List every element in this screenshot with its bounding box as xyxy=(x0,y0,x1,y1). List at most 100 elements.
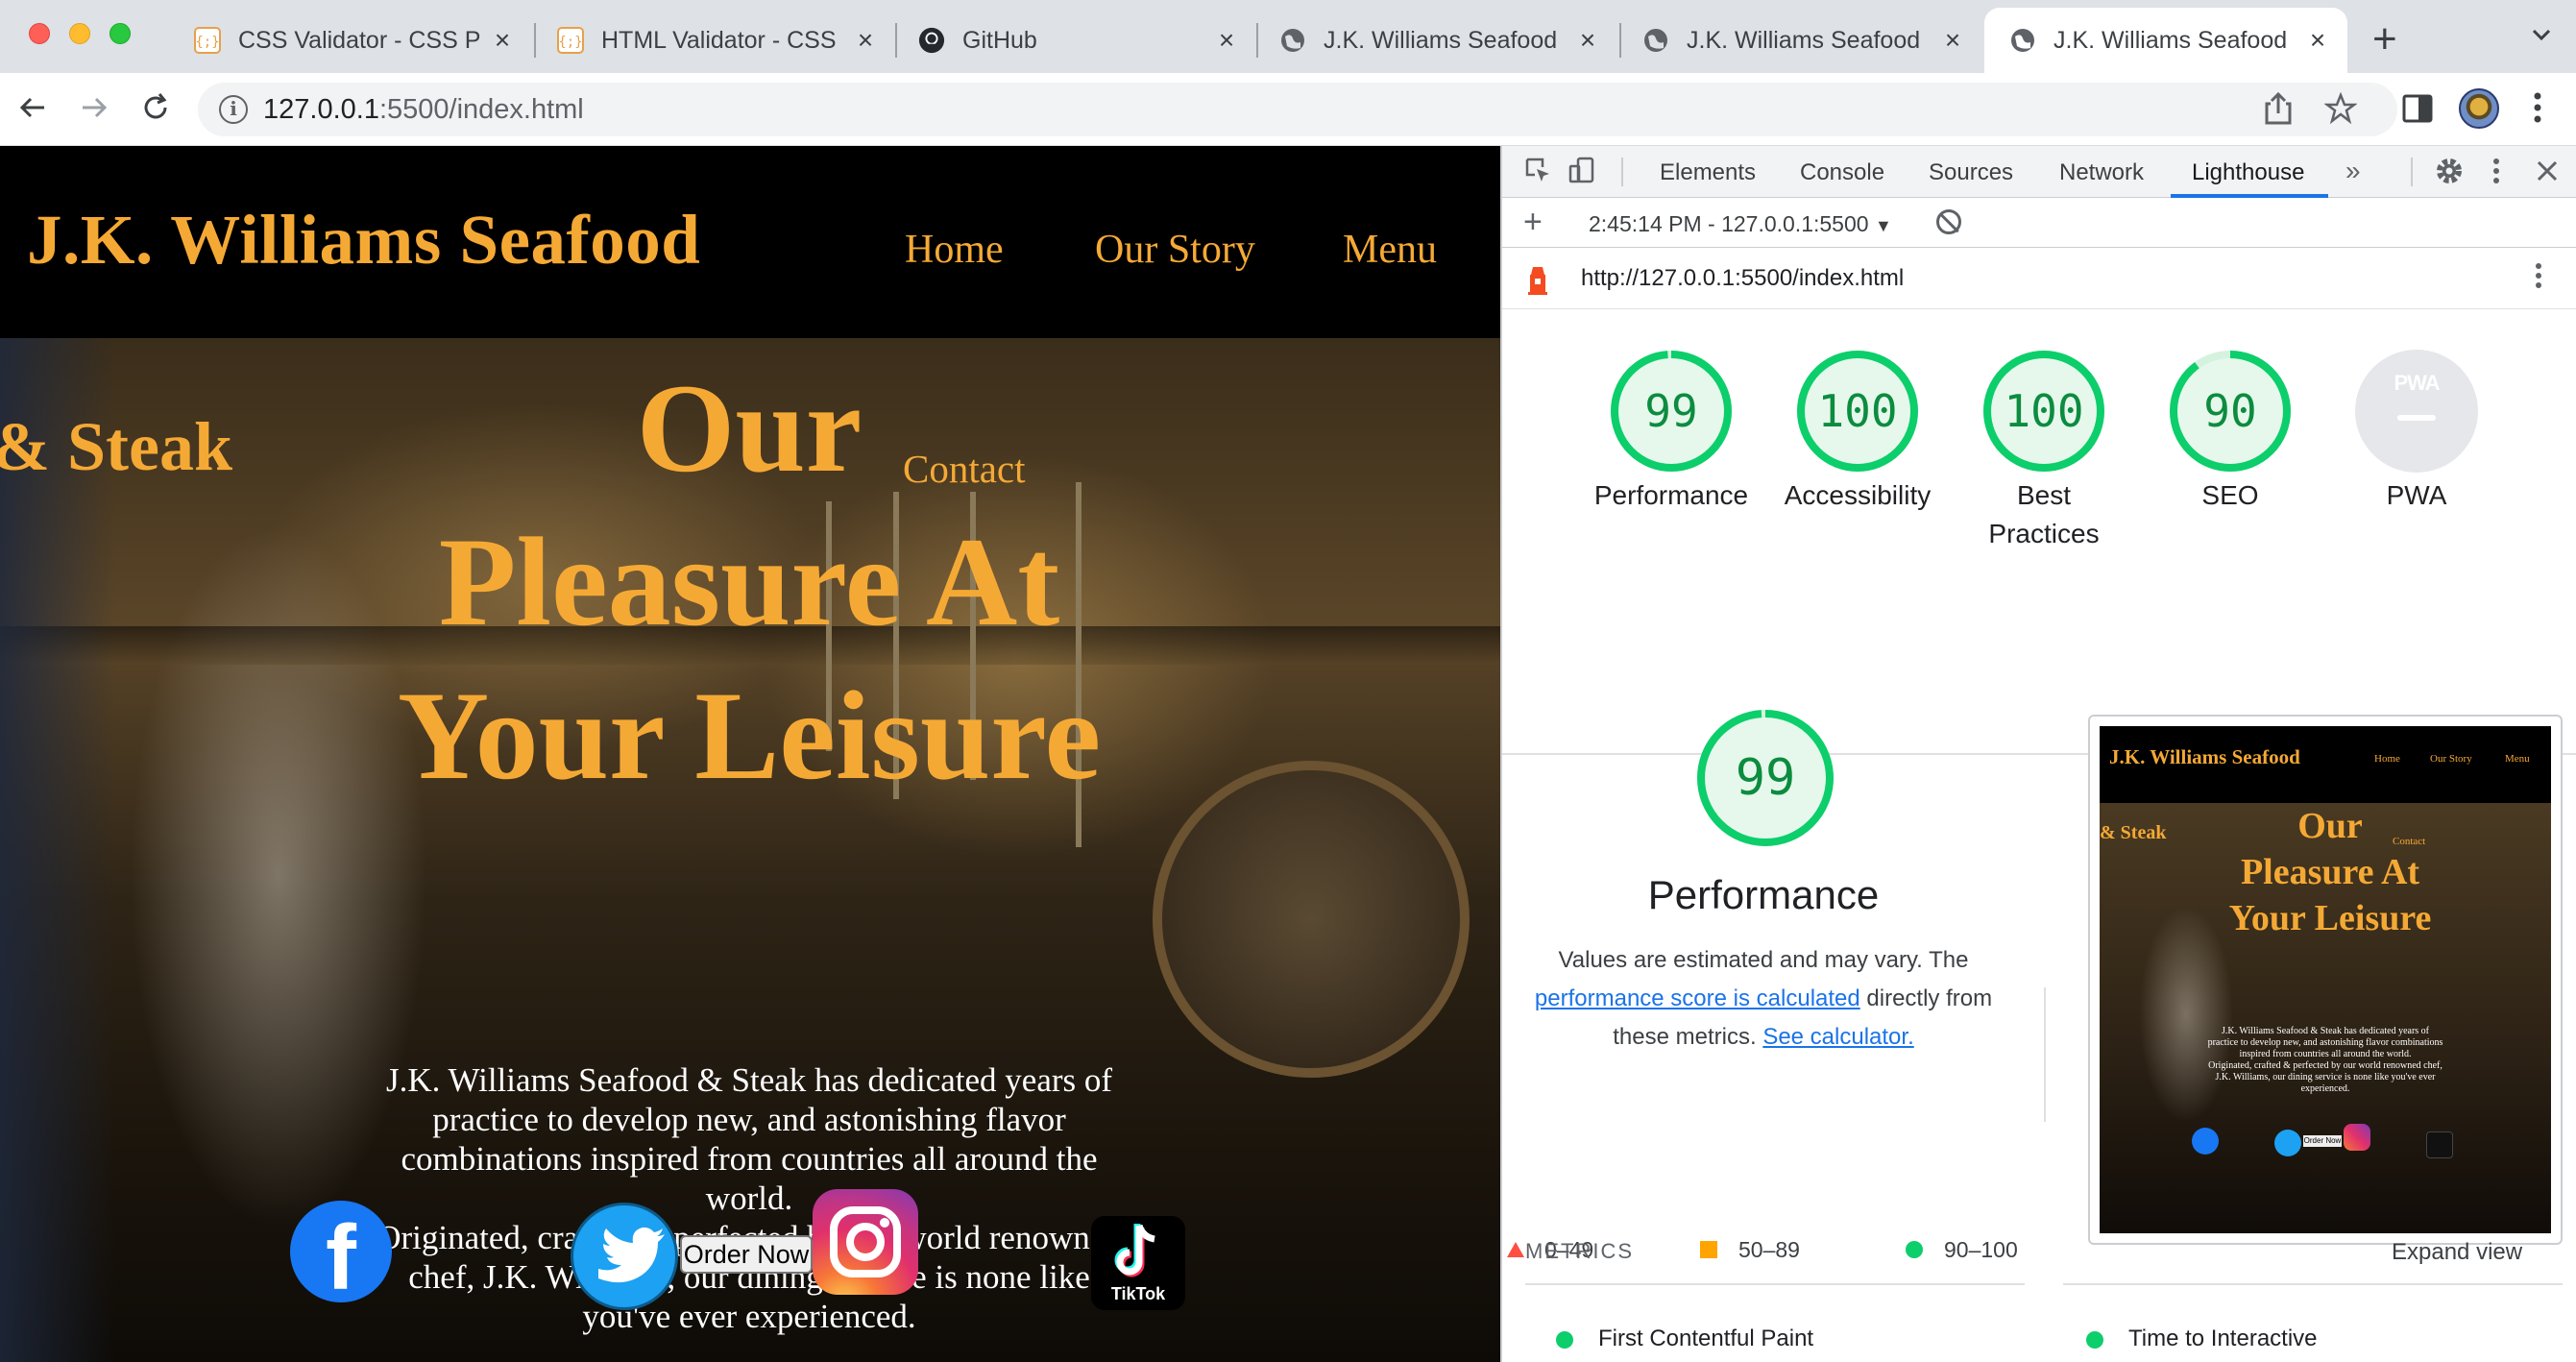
forward-arrow-icon[interactable] xyxy=(73,86,115,129)
thumb-title: Our Pleasure At Your Leisure xyxy=(2228,806,2432,938)
devtools-tabbar: Elements Console Sources Network Lightho… xyxy=(1502,146,2576,198)
share-icon[interactable] xyxy=(2263,90,2294,134)
maximize-window-button[interactable] xyxy=(109,23,131,44)
performance-score: 99 xyxy=(1735,749,1796,807)
score-gauge[interactable]: 100 xyxy=(1981,348,2107,474)
score-label: Performance xyxy=(1593,480,1749,510)
report-session-select[interactable]: 2:45:14 PM - 127.0.0.1:5500 ▼ xyxy=(1589,211,1892,237)
tab-close-icon[interactable]: × xyxy=(851,25,880,56)
nav-link-menu[interactable]: Menu xyxy=(1343,227,1437,273)
tab-close-icon[interactable]: × xyxy=(1938,25,1967,56)
thumb-facebook-icon xyxy=(2192,1128,2219,1155)
address-url[interactable]: 127.0.0.1:5500/index.html xyxy=(263,94,584,126)
thumb-order-button: Order Now xyxy=(2303,1135,2342,1147)
facebook-icon[interactable]: f xyxy=(290,1201,392,1302)
browser-toolbar: i 127.0.0.1:5500/index.html xyxy=(0,73,2576,146)
lighthouse-icon xyxy=(1525,265,1547,295)
bookmark-star-icon[interactable] xyxy=(2323,91,2358,133)
tab-title: GitHub xyxy=(962,26,1037,54)
browser-tab[interactable]: {;} HTML Validator - CSS × xyxy=(532,8,895,73)
score-value: 100 xyxy=(2004,385,2084,437)
globe-icon xyxy=(1642,27,1669,54)
thumb-instagram-icon xyxy=(2344,1124,2370,1151)
tab-title: J.K. Williams Seafood xyxy=(2054,26,2288,54)
thumb-brand: J.K. Williams Seafood xyxy=(2109,745,2300,768)
report-menu-icon[interactable] xyxy=(2534,259,2543,300)
side-panel-icon[interactable] xyxy=(2401,92,2434,133)
device-toolbar-icon[interactable] xyxy=(1567,156,1596,192)
score-label: Best Practices xyxy=(1988,480,2100,548)
expand-view-toggle[interactable]: Expand view xyxy=(2392,1239,2522,1266)
browser-tab-active[interactable]: J.K. Williams Seafood × xyxy=(1984,8,2347,73)
nav-link-home[interactable]: Home xyxy=(905,227,1004,273)
performance-score-link[interactable]: performance score is calculated xyxy=(1535,985,1860,1011)
browser-tab[interactable]: J.K. Williams Seafood × xyxy=(1254,8,1617,73)
thumb-nav: Our Story xyxy=(2430,753,2472,765)
github-icon xyxy=(918,27,945,54)
browser-tab[interactable]: {;} CSS Validator - CSS P × xyxy=(169,8,532,73)
browser-tab[interactable]: J.K. Williams Seafood × xyxy=(1617,8,1982,73)
settings-gear-icon[interactable] xyxy=(2434,156,2465,194)
metrics-heading: METRICS xyxy=(1525,1239,1634,1263)
instagram-icon[interactable] xyxy=(813,1189,918,1295)
site-brand-logo[interactable]: J.K. Williams Seafood xyxy=(27,200,700,280)
circle-icon xyxy=(1906,1241,1923,1258)
pwa-badge-text: PWA xyxy=(2394,371,2440,395)
tab-search-chevron-icon[interactable] xyxy=(2528,21,2555,55)
new-tab-button[interactable]: + xyxy=(2372,15,2397,63)
tab-elements[interactable]: Elements xyxy=(1660,159,1756,186)
thumb-nav: Home xyxy=(2374,753,2400,765)
tab-title: HTML Validator - CSS xyxy=(601,26,837,54)
clear-reports-icon[interactable] xyxy=(1936,209,1961,234)
site-header: J.K. Williams Seafood Home Our Story Men… xyxy=(0,146,1500,338)
more-tabs-icon[interactable]: » xyxy=(2345,156,2361,186)
pwa-dash xyxy=(2397,415,2436,421)
score-gauge[interactable]: 99 xyxy=(1608,348,1735,474)
tab-close-icon[interactable]: × xyxy=(1573,25,1602,56)
website-viewport: J.K. Williams Seafood Home Our Story Men… xyxy=(0,146,1500,1362)
score-gauge[interactable]: 90 xyxy=(2167,348,2294,474)
tab-sources[interactable]: Sources xyxy=(1929,159,2013,186)
score-value: 99 xyxy=(1644,385,1698,437)
reload-icon[interactable] xyxy=(134,86,177,129)
pwa-badge-icon[interactable]: PWA xyxy=(2355,350,2478,473)
score-gauge[interactable]: 100 xyxy=(1794,348,1921,474)
tab-lighthouse[interactable]: Lighthouse xyxy=(2192,159,2304,186)
hero-title: Our Pleasure At Your Leisure xyxy=(346,352,1153,813)
see-calculator-link[interactable]: See calculator. xyxy=(1762,1024,1913,1050)
close-devtools-icon[interactable] xyxy=(2534,156,2561,192)
site-info-icon[interactable]: i xyxy=(219,95,248,124)
tab-close-icon[interactable]: × xyxy=(2303,25,2332,56)
tab-close-icon[interactable]: × xyxy=(488,25,517,56)
tab-close-icon[interactable]: × xyxy=(1212,25,1241,56)
nav-link-our-story[interactable]: Our Story xyxy=(1095,227,1255,273)
back-arrow-icon[interactable] xyxy=(12,86,54,129)
order-now-button[interactable]: Order Now xyxy=(680,1235,813,1274)
browser-tab[interactable]: GitHub × xyxy=(893,8,1256,73)
tiktok-icon[interactable]: TikTok xyxy=(1091,1216,1185,1310)
browser-tab-strip: {;} CSS Validator - CSS P × {;} HTML Val… xyxy=(0,0,2576,73)
pass-dot-icon xyxy=(1556,1331,1573,1349)
browser-menu-icon[interactable] xyxy=(2532,88,2543,134)
inspect-element-icon[interactable] xyxy=(1523,156,1552,192)
minimize-window-button[interactable] xyxy=(69,23,90,44)
score-value: 100 xyxy=(1817,385,1898,437)
address-bar[interactable]: i 127.0.0.1:5500/index.html xyxy=(198,83,2397,136)
tab-network[interactable]: Network xyxy=(2059,159,2144,186)
final-screenshot[interactable]: J.K. Williams Seafood Home Our Story Men… xyxy=(2088,715,2563,1245)
new-report-icon[interactable]: + xyxy=(1523,204,1543,241)
score-label: SEO xyxy=(2201,480,2259,510)
twitter-icon[interactable] xyxy=(571,1203,678,1310)
pass-dot-icon xyxy=(2086,1331,2103,1349)
hero-title-line: Our xyxy=(636,357,863,499)
close-window-button[interactable] xyxy=(29,23,50,44)
thumb-nav: Menu xyxy=(2505,753,2530,765)
devtools-menu-icon[interactable] xyxy=(2491,156,2501,194)
toolbar-divider xyxy=(1621,158,1623,186)
hero-background-strainer xyxy=(1153,761,1470,1078)
square-icon xyxy=(1700,1241,1717,1258)
tab-console[interactable]: Console xyxy=(1800,159,1884,186)
profile-avatar[interactable] xyxy=(2459,88,2499,129)
thumb-steak: & Steak xyxy=(2100,822,2167,843)
performance-title: Performance xyxy=(1647,872,1880,917)
